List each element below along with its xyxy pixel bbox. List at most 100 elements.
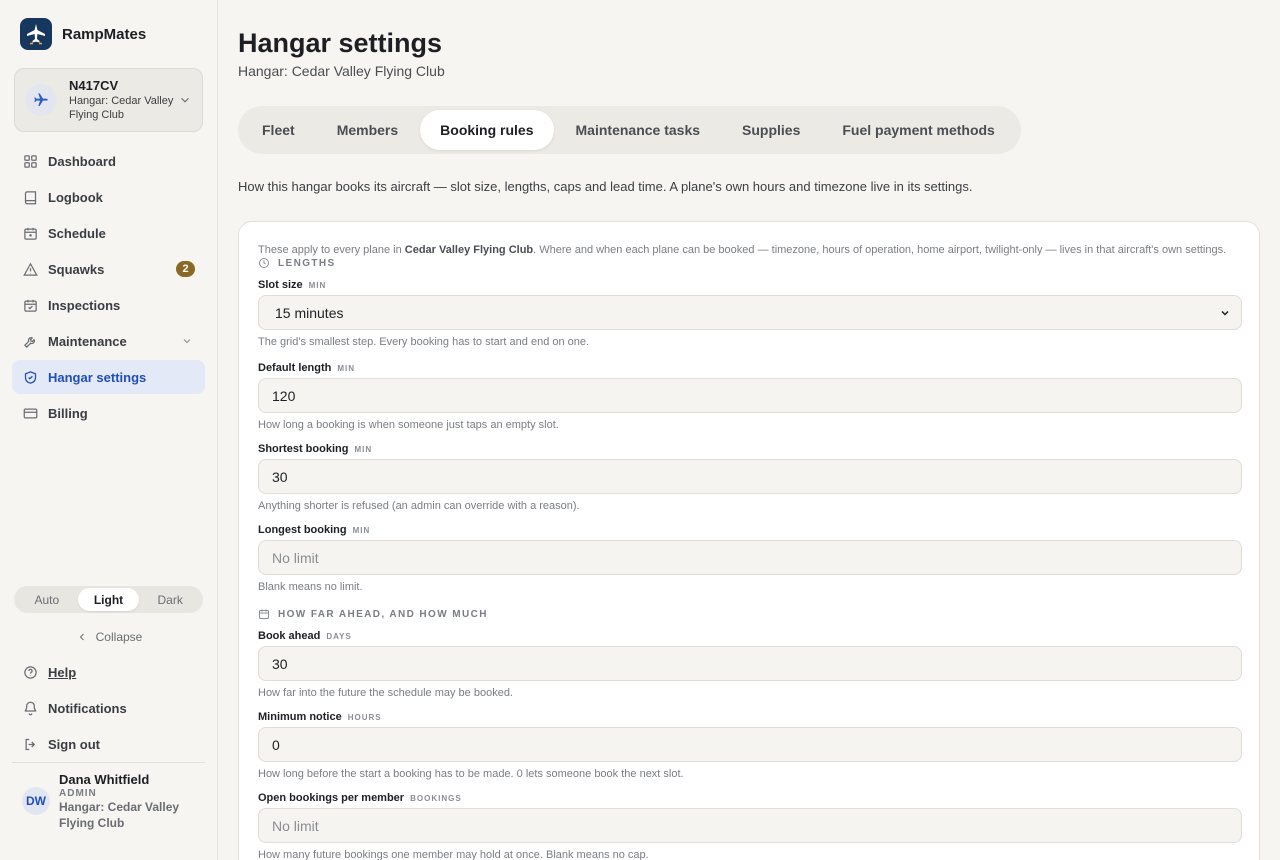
minimum-notice-field: Minimum notice HOURS 0 How long before th… (258, 710, 1242, 780)
field-hint: How many future bookings one member may … (258, 849, 649, 860)
section-heading-how-far-ahead: HOW FAR AHEAD, AND HOW MUCH (258, 608, 488, 620)
field-unit: MIN (352, 525, 371, 535)
divider (12, 762, 205, 763)
user-role: ADMIN (59, 788, 97, 799)
scope-note: These apply to every plane in Cedar Vall… (258, 244, 1227, 256)
longest-booking-input[interactable]: No limit (258, 540, 1242, 575)
theme-option-light[interactable]: Light (77, 588, 140, 611)
booking-rules-card: These apply to every plane in Cedar Vall… (238, 221, 1260, 860)
shortest-booking-input[interactable]: 30 (258, 459, 1242, 494)
field-hint: The grid's smallest step. Every booking … (258, 336, 590, 348)
user-profile[interactable]: DW Dana Whitfield ADMIN Hangar: Cedar Va… (22, 772, 189, 831)
tab-maintenance-tasks[interactable]: Maintenance tasks (556, 110, 721, 150)
field-hint: Anything shorter is refused (an admin ca… (258, 500, 580, 512)
sign-out-link[interactable]: Sign out (12, 726, 205, 762)
section-heading-lengths: LENGTHS (258, 257, 336, 269)
calendar-icon (22, 225, 38, 241)
sidebar-item-inspections[interactable]: Inspections (12, 288, 205, 322)
page-title: Hangar settings (238, 28, 443, 58)
selected-value: 15 minutes (275, 304, 344, 321)
sidebar-item-label: Squawks (48, 261, 105, 277)
field-label: Minimum notice (258, 711, 342, 723)
book-icon (22, 189, 38, 205)
sidebar-footer-links: Help Notifications Sign out (12, 654, 205, 762)
tab-fuel-payment-methods[interactable]: Fuel payment methods (822, 110, 1014, 150)
collapse-button[interactable]: Collapse (0, 630, 218, 644)
field-hint: How long before the start a booking has … (258, 768, 684, 780)
main-content: Hangar settings Hangar: Cedar Valley Fly… (238, 0, 1260, 860)
field-unit: MIN (337, 363, 356, 373)
sign-out-icon (22, 736, 38, 752)
bell-icon (22, 700, 38, 716)
sidebar-nav: Dashboard Logbook Schedule Squawks 2 Ins… (12, 144, 205, 432)
plane-switcher[interactable]: N417CV Hangar: Cedar Valley Flying Club (14, 68, 203, 132)
club-name: Cedar Valley Flying Club (404, 244, 534, 256)
field-label: Shortest booking (258, 443, 349, 455)
sidebar-item-hangar-settings[interactable]: Hangar settings (12, 360, 205, 394)
field-label: Open bookings per member (258, 792, 405, 804)
sidebar-item-schedule[interactable]: Schedule (12, 216, 205, 250)
field-label: Slot size (258, 279, 303, 291)
open-bookings-field: Open bookings per member BOOKINGS No limi… (258, 791, 1242, 860)
field-label: Default length (258, 362, 332, 374)
clock-icon (259, 258, 269, 268)
help-link[interactable]: Help (12, 654, 205, 690)
settings-tabs: Fleet Members Booking rules Maintenance … (238, 106, 1021, 154)
field-hint: How far into the future the schedule may… (258, 687, 513, 699)
rampmates-logo-icon (20, 18, 52, 50)
slot-size-field: Slot size MIN 15 minutes The grid's small… (258, 278, 1242, 348)
field-unit: MIN (308, 280, 327, 290)
sidebar-item-label: Dashboard (48, 153, 116, 169)
minimum-notice-input[interactable]: 0 (258, 727, 1242, 762)
theme-toggle: Auto Light Dark (14, 586, 203, 613)
chevron-down-icon (1221, 310, 1229, 316)
chevron-down-icon (181, 97, 189, 103)
slot-size-select[interactable]: 15 minutes (258, 295, 1242, 330)
field-unit: HOURS (347, 712, 382, 722)
sidebar-item-logbook[interactable]: Logbook (12, 180, 205, 214)
sidebar-item-label: Schedule (48, 225, 106, 241)
sidebar-item-dashboard[interactable]: Dashboard (12, 144, 205, 178)
theme-option-dark[interactable]: Dark (139, 588, 201, 611)
tab-fleet[interactable]: Fleet (242, 110, 315, 150)
calendar-check-icon (22, 297, 38, 313)
sidebar-item-maintenance[interactable]: Maintenance (12, 324, 205, 358)
tab-supplies[interactable]: Supplies (722, 110, 820, 150)
default-length-input[interactable]: 120 (258, 378, 1242, 413)
field-label: Longest booking (258, 524, 347, 536)
field-unit: MIN (354, 444, 373, 454)
open-bookings-input[interactable]: No limit (258, 808, 1242, 843)
field-label: Book ahead (258, 630, 321, 642)
grid-icon (22, 153, 38, 169)
plane-hangar-name: Hangar: Cedar Valley Flying Club (69, 95, 174, 121)
sidebar: RampMates N417CV Hangar: Cedar Valley Fl… (0, 0, 218, 860)
field-hint: Blank means no limit. (258, 581, 363, 593)
notifications-label: Notifications (48, 700, 127, 716)
sidebar-item-billing[interactable]: Billing (12, 396, 205, 430)
sidebar-item-squawks[interactable]: Squawks 2 (12, 252, 205, 286)
warning-icon (22, 261, 38, 277)
help-circle-icon (22, 664, 38, 680)
theme-option-auto[interactable]: Auto (16, 588, 78, 611)
intro-text: How this hangar books its aircraft — slo… (238, 179, 973, 194)
sidebar-item-label: Maintenance (48, 333, 127, 349)
field-hint: How long a booking is when someone just … (258, 419, 559, 431)
tab-members[interactable]: Members (317, 110, 418, 150)
squawks-count-badge: 2 (176, 261, 195, 277)
brand[interactable]: RampMates (20, 18, 146, 50)
tab-booking-rules[interactable]: Booking rules (420, 110, 554, 150)
sidebar-item-label: Billing (48, 405, 88, 421)
help-label: Help (48, 664, 77, 680)
shield-icon (22, 369, 38, 385)
sidebar-item-label: Hangar settings (48, 369, 147, 385)
field-unit: BOOKINGS (410, 793, 462, 803)
sidebar-item-label: Inspections (48, 297, 121, 313)
avatar: DW (22, 787, 50, 815)
book-ahead-input[interactable]: 30 (258, 646, 1242, 681)
notifications-link[interactable]: Notifications (12, 690, 205, 726)
longest-booking-field: Longest booking MIN No limit Blank means … (258, 523, 1242, 593)
field-unit: DAYS (326, 631, 352, 641)
wrench-icon (22, 333, 38, 349)
app-name: RampMates (62, 25, 147, 43)
calendar-icon (259, 609, 269, 619)
